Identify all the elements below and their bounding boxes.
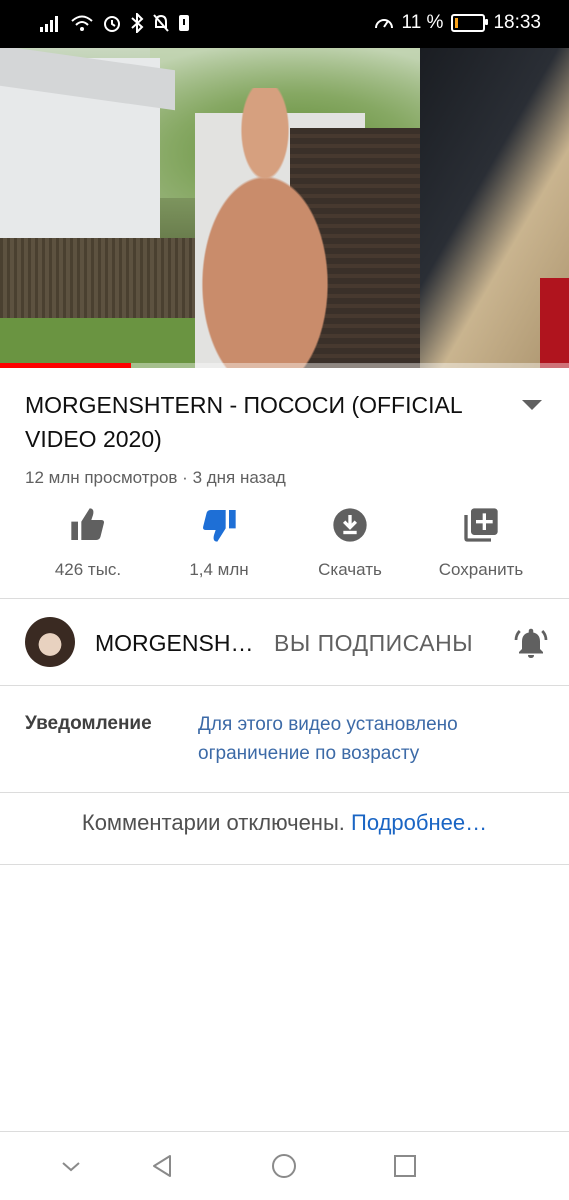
download-icon — [333, 508, 367, 542]
divider — [0, 598, 569, 599]
like-count: 426 тыс. — [54, 560, 122, 579]
sim-icon — [179, 15, 189, 31]
dislike-count: 1,4 млн — [189, 560, 249, 579]
video-meta: 12 млн просмотров · 3 дня назад — [25, 468, 286, 487]
like-button[interactable]: 426 тыс. — [28, 505, 148, 580]
download-button[interactable]: Скачать — [290, 505, 410, 580]
video-progress-bar[interactable] — [0, 363, 569, 368]
notification-bell-icon[interactable] — [513, 625, 549, 661]
divider — [0, 864, 569, 865]
divider — [0, 685, 569, 686]
signal-icon — [40, 16, 58, 32]
status-icons-left — [40, 13, 190, 33]
hide-keyboard-icon[interactable] — [57, 1152, 85, 1180]
add-to-playlist-icon — [464, 508, 498, 542]
subscribe-button[interactable]: ВЫ ПОДПИСАНЫ — [274, 630, 473, 657]
divider — [0, 792, 569, 793]
comments-disabled-text: Комментарии отключены. — [81, 810, 345, 835]
dislike-button[interactable]: 1,4 млн — [159, 505, 279, 580]
expand-description-icon[interactable] — [520, 398, 544, 412]
comments-disabled-message: Комментарии отключены. Подробнее… — [0, 810, 569, 836]
clock: 18:33 — [493, 12, 541, 33]
back-icon[interactable] — [148, 1152, 176, 1180]
notice-label: Уведомление — [25, 713, 152, 734]
battery-icon — [451, 14, 489, 32]
mute-bell-icon — [153, 14, 169, 32]
thumbs-down-icon — [203, 510, 236, 542]
thumbs-up-icon — [71, 508, 104, 540]
channel-name[interactable]: MORGENSH… — [95, 630, 253, 657]
learn-more-link[interactable]: Подробнее… — [351, 810, 487, 835]
video-title[interactable]: MORGENSHTERN - ПОСОСИ (OFFICIAL VIDEO 20… — [25, 388, 495, 456]
recents-icon[interactable] — [391, 1152, 419, 1180]
video-progress-played — [0, 363, 131, 368]
channel-avatar[interactable] — [25, 617, 75, 667]
status-bar: 11 % 18:33 — [0, 0, 569, 48]
save-button[interactable]: Сохранить — [421, 505, 541, 580]
save-label: Сохранить — [438, 560, 524, 579]
status-icons-right: 11 % 18:33 — [374, 12, 541, 34]
system-navigation-bar — [0, 1132, 569, 1200]
wifi-icon — [71, 15, 93, 31]
download-label: Скачать — [318, 560, 382, 579]
video-player[interactable] — [0, 48, 569, 368]
home-icon[interactable] — [270, 1152, 298, 1180]
video-actions: 426 тыс. 1,4 млн Скачать Сохранить — [0, 505, 569, 585]
video-frame-taillight — [540, 278, 569, 368]
video-frame-person — [150, 88, 380, 368]
age-restriction-notice[interactable]: Для этого видео установлено ограничение … — [198, 710, 538, 768]
alarm-icon — [104, 16, 120, 32]
speed-icon — [374, 19, 393, 29]
bluetooth-icon — [131, 13, 144, 33]
battery-percent: 11 % — [401, 12, 444, 33]
